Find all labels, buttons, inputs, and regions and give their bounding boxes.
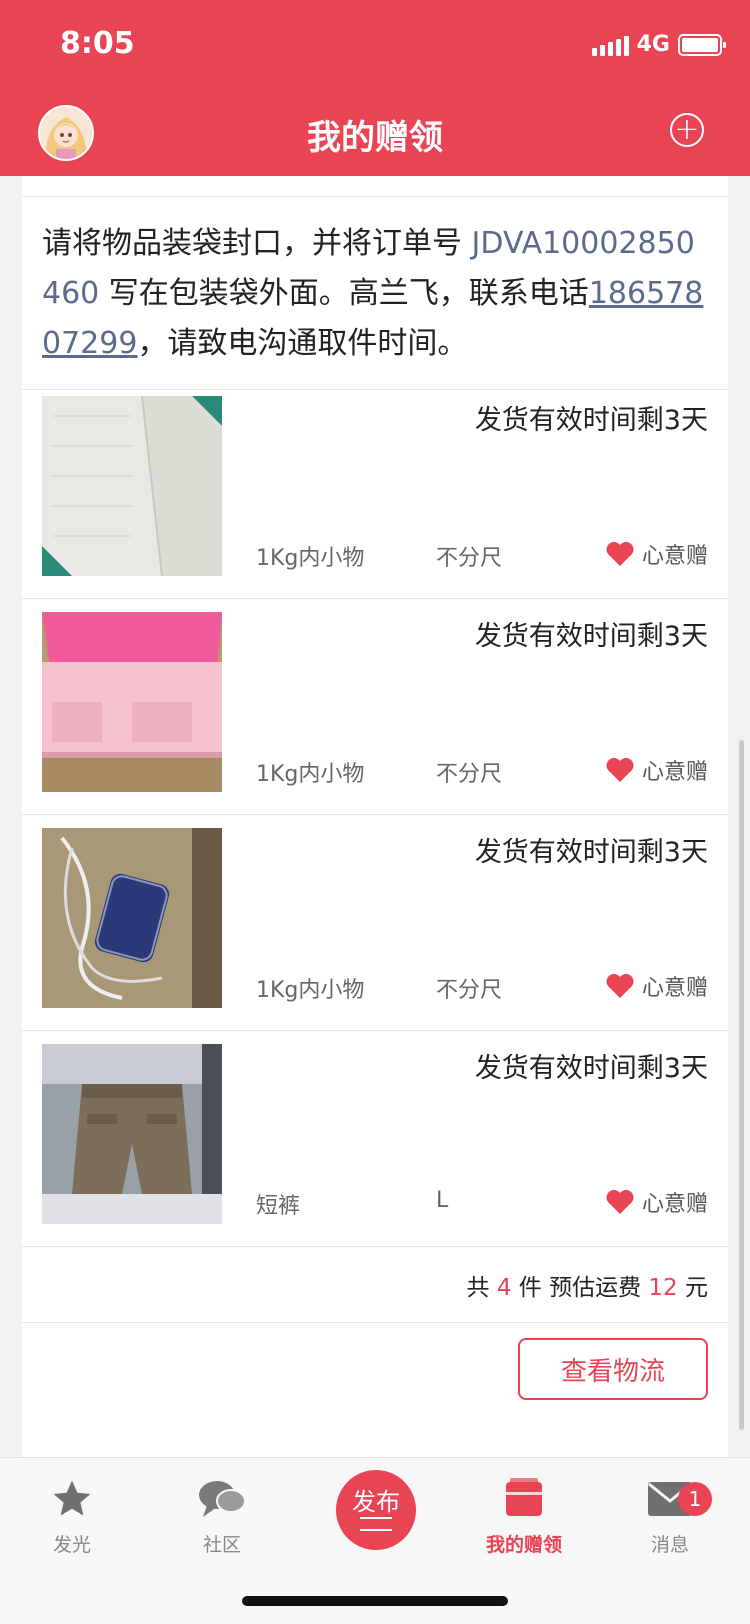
publish-label: 发布: [352, 1488, 400, 1516]
summary-count: 4: [496, 1275, 512, 1301]
publish-button[interactable]: 发布: [336, 1470, 416, 1550]
heart-icon: [606, 1190, 634, 1214]
item-size: 不分尺: [436, 546, 503, 571]
list-item[interactable]: 发货有效时间剩3天 1Kg内小物 不分尺 心意赠: [22, 808, 728, 1031]
tab-label: 社区: [202, 1534, 241, 1556]
item-image-charger: [42, 828, 222, 1008]
item-weight: 1Kg内小物: [256, 978, 365, 1003]
summary-pieces-label: 件 预估运费: [518, 1275, 642, 1301]
heart-icon: [606, 758, 634, 782]
star-icon: [53, 1480, 91, 1516]
order-summary: 共 4 件 预估运费 12 元: [22, 1244, 728, 1323]
list-item[interactable]: 发货有效时间剩3天 短裤 L 心意赠: [22, 1024, 728, 1247]
notice-text-after: ，请致电沟通取件时间。: [137, 326, 468, 361]
item-type-label: 心意赠: [641, 1192, 708, 1217]
tab-my-gifts[interactable]: 我的赠领: [464, 1472, 584, 1557]
app-header: 8:05 4G 我的赠领 +: [0, 0, 750, 176]
item-weight: 1Kg内小物: [256, 762, 365, 787]
item-image-paper-towels: [42, 396, 222, 576]
plus-icon: +: [674, 112, 700, 147]
gift-box-icon: [506, 1478, 542, 1516]
item-weight: 短裤: [256, 1194, 301, 1219]
tab-label: 消息: [650, 1534, 689, 1556]
item-type: 心意赠: [606, 970, 708, 1002]
item-deadline: 发货有效时间剩3天: [474, 837, 708, 868]
item-type: 心意赠: [606, 754, 708, 786]
summary-unit-label: 元: [685, 1275, 708, 1301]
summary-fee: 12: [648, 1275, 678, 1301]
list-item[interactable]: 发货有效时间剩3天 1Kg内小物 不分尺 心意赠: [22, 592, 728, 815]
item-weight: 1Kg内小物: [256, 546, 365, 571]
list-item[interactable]: 发货有效时间剩3天 1Kg内小物 不分尺 心意赠: [22, 376, 728, 599]
menu-lines-icon: [360, 1517, 392, 1531]
notice-text: 请将物品装袋封口，并将订单号 JDVA10002850460 写在包装袋外面。高…: [22, 197, 728, 391]
item-type: 心意赠: [606, 1186, 708, 1218]
home-indicator[interactable]: [242, 1596, 508, 1606]
heart-icon: [606, 542, 634, 566]
summary-total-label: 共: [466, 1275, 490, 1301]
tab-messages[interactable]: 消息 1: [610, 1472, 730, 1557]
tab-community[interactable]: 社区: [162, 1472, 282, 1557]
order-detail: 请将物品装袋封口，并将订单号 JDVA10002850460 写在包装袋外面。高…: [22, 176, 728, 1458]
page-title: 我的赠领: [307, 118, 443, 158]
item-size: 不分尺: [436, 762, 503, 787]
signal-icon: [591, 34, 629, 56]
item-deadline: 发货有效时间剩3天: [474, 405, 708, 436]
item-image-shorts: [42, 1044, 222, 1224]
tab-shine[interactable]: 发光: [12, 1472, 132, 1557]
heart-icon: [606, 974, 634, 998]
network-type: 4G: [636, 32, 670, 57]
tab-bar: 发光 社区 发布 我的赠领 消息 1: [0, 1457, 750, 1624]
item-type-label: 心意赠: [641, 544, 708, 569]
tab-label: 发光: [52, 1534, 91, 1556]
item-type-label: 心意赠: [641, 760, 708, 785]
unread-badge: 1: [678, 1482, 712, 1516]
tab-label: 我的赠领: [485, 1534, 562, 1556]
shipping-notice: 请将物品装袋封口，并将订单号 JDVA10002850460 写在包装袋外面。高…: [22, 196, 728, 390]
view-logistics-button[interactable]: 查看物流: [518, 1338, 708, 1400]
item-deadline: 发货有效时间剩3天: [474, 621, 708, 652]
item-image-pink-box: [42, 612, 222, 792]
notice-text-middle: 写在包装袋外面。高兰飞，联系电话: [99, 276, 589, 311]
summary-line: 共 4 件 预估运费 12 元: [467, 1268, 708, 1302]
item-type-label: 心意赠: [641, 976, 708, 1001]
add-button[interactable]: +: [670, 113, 704, 147]
item-size: 不分尺: [436, 978, 503, 1003]
item-deadline: 发货有效时间剩3天: [474, 1053, 708, 1084]
notice-text-before: 请将物品装袋封口，并将订单号: [42, 226, 472, 261]
item-type: 心意赠: [606, 538, 708, 570]
status-icons: 4G: [591, 32, 726, 57]
scrollbar[interactable]: [739, 740, 744, 1430]
item-size: L: [436, 1188, 449, 1213]
battery-icon: [678, 33, 726, 56]
status-time: 8:05: [60, 26, 135, 61]
chat-icon: [199, 1481, 246, 1517]
